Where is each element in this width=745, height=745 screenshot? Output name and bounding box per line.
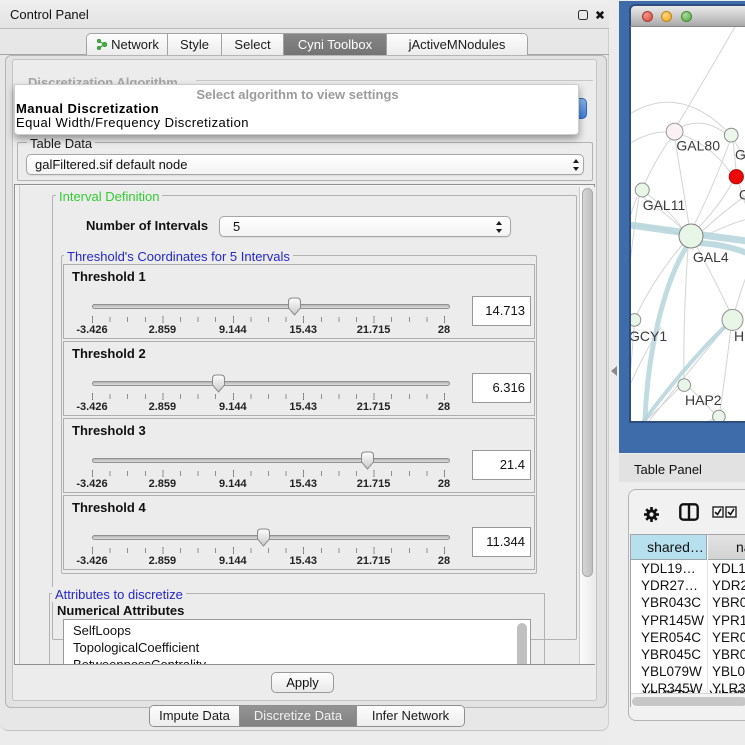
svg-text:GA: GA	[735, 146, 745, 162]
svg-text:GCY1: GCY1	[631, 328, 667, 344]
svg-text:GAL11: GAL11	[643, 197, 686, 213]
svg-text:HAP2: HAP2	[685, 392, 722, 408]
svg-text:GAL4: GAL4	[693, 249, 729, 265]
svg-text:GAL80: GAL80	[676, 137, 720, 153]
svg-text:C: C	[739, 187, 745, 203]
svg-text:H: H	[734, 328, 744, 344]
